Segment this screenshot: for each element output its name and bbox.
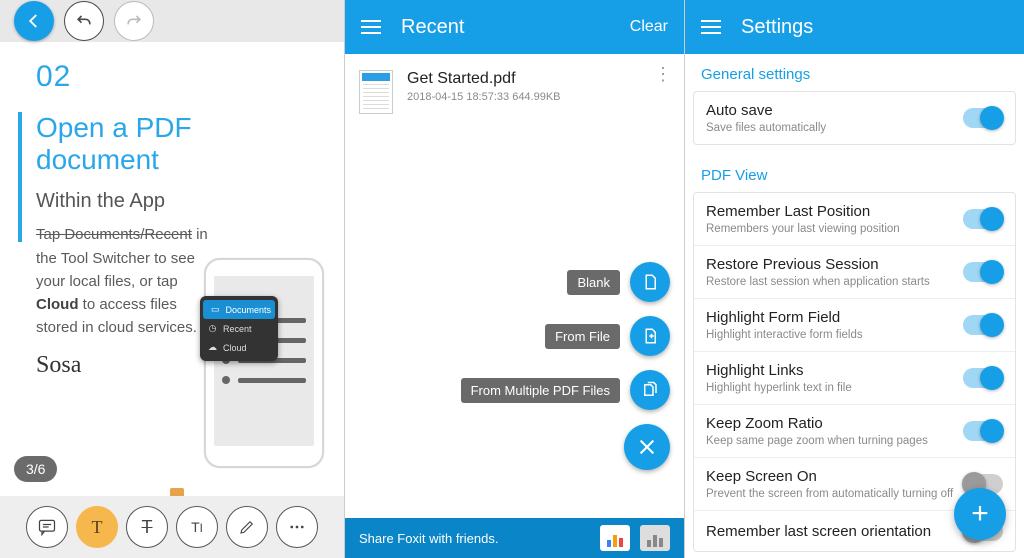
- tool-text-edit[interactable]: TI: [176, 506, 218, 548]
- toggle-keep-zoom[interactable]: [963, 421, 1003, 441]
- settings-pane: Settings General settings Auto save Save…: [685, 0, 1024, 558]
- recent-title: Recent: [401, 16, 610, 39]
- setting-last-position[interactable]: Remember Last PositionRemembers your las…: [694, 193, 1015, 246]
- accent-bar: [18, 112, 22, 242]
- recent-appbar: Recent Clear: [345, 0, 684, 54]
- share-app-icon: [600, 525, 630, 551]
- file-info: Get Started.pdf 2018-04-15 18:57:33 644.…: [407, 70, 640, 103]
- toggle-auto-save[interactable]: [963, 108, 1003, 128]
- toggle-restore-session[interactable]: [963, 262, 1003, 282]
- from-multiple-icon: [630, 370, 670, 410]
- step-number: 02: [36, 60, 318, 94]
- file-thumbnail: [359, 70, 393, 114]
- create-blank[interactable]: Blank: [567, 262, 670, 302]
- setting-restore-session[interactable]: Restore Previous SessionRestore last ses…: [694, 246, 1015, 299]
- setting-keep-zoom[interactable]: Keep Zoom RatioKeep same page zoom when …: [694, 405, 1015, 458]
- settings-list[interactable]: General settings Auto save Save files au…: [685, 54, 1024, 558]
- share-text: Share Foxit with friends.: [359, 531, 498, 546]
- settings-title: Settings: [741, 16, 1008, 39]
- page-indicator[interactable]: 3/6: [14, 456, 57, 482]
- undo-button[interactable]: [64, 1, 104, 41]
- file-row[interactable]: Get Started.pdf 2018-04-15 18:57:33 644.…: [345, 54, 684, 130]
- step-paragraph: Tap Documents/Recent in the Tool Switche…: [36, 223, 216, 339]
- file-name: Get Started.pdf: [407, 70, 640, 88]
- setting-auto-save[interactable]: Auto save Save files automatically: [694, 92, 1015, 144]
- toggle-last-position[interactable]: [963, 209, 1003, 229]
- file-more-icon[interactable]: ⋮: [654, 70, 670, 79]
- back-button[interactable]: [14, 1, 54, 41]
- phone-illustration: ▭Documents ◷Recent ☁Cloud: [204, 258, 324, 468]
- tool-switcher-popup: ▭Documents ◷Recent ☁Cloud: [200, 296, 278, 361]
- tool-strikeout[interactable]: T: [126, 506, 168, 548]
- section-pdf-view: PDF View: [685, 155, 1024, 192]
- step-title: Open a PDF document: [36, 112, 318, 176]
- create-from-file[interactable]: From File: [545, 316, 670, 356]
- create-menu: Blank From File From Multiple PDF Files: [461, 262, 670, 470]
- create-close[interactable]: [624, 424, 670, 470]
- create-from-multiple[interactable]: From Multiple PDF Files: [461, 370, 670, 410]
- file-meta: 2018-04-15 18:57:33 644.99KB: [407, 91, 640, 103]
- clear-button[interactable]: Clear: [630, 18, 668, 36]
- settings-appbar: Settings: [685, 0, 1024, 54]
- tool-highlight[interactable]: T: [76, 506, 118, 548]
- annotation-toolbar: T T TI: [0, 496, 344, 558]
- close-icon: [624, 424, 670, 470]
- tool-comment[interactable]: [26, 506, 68, 548]
- from-file-icon: [630, 316, 670, 356]
- editor-topbar: [0, 0, 344, 42]
- toggle-highlight-links[interactable]: [963, 368, 1003, 388]
- setting-form-field[interactable]: Highlight Form FieldHighlight interactiv…: [694, 299, 1015, 352]
- switcher-cloud: ☁Cloud: [200, 338, 278, 357]
- section-general: General settings: [685, 54, 1024, 91]
- add-button[interactable]: +: [954, 488, 1006, 540]
- tool-draw[interactable]: [226, 506, 268, 548]
- redo-button[interactable]: [114, 1, 154, 41]
- recent-pane: Recent Clear Get Started.pdf 2018-04-15 …: [345, 0, 685, 558]
- step-subtitle: Within the App: [36, 190, 318, 213]
- menu-icon[interactable]: [701, 20, 721, 34]
- editor-pane: 02 Open a PDF document Within the App Ta…: [0, 0, 345, 558]
- share-app-icon-2: [640, 525, 670, 551]
- share-bar[interactable]: Share Foxit with friends.: [345, 518, 684, 558]
- tool-more[interactable]: [276, 506, 318, 548]
- switcher-recent: ◷Recent: [200, 319, 278, 338]
- menu-icon[interactable]: [361, 20, 381, 34]
- toggle-form-field[interactable]: [963, 315, 1003, 335]
- blank-icon: [630, 262, 670, 302]
- setting-highlight-links[interactable]: Highlight LinksHighlight hyperlink text …: [694, 352, 1015, 405]
- switcher-documents: ▭Documents: [203, 300, 275, 319]
